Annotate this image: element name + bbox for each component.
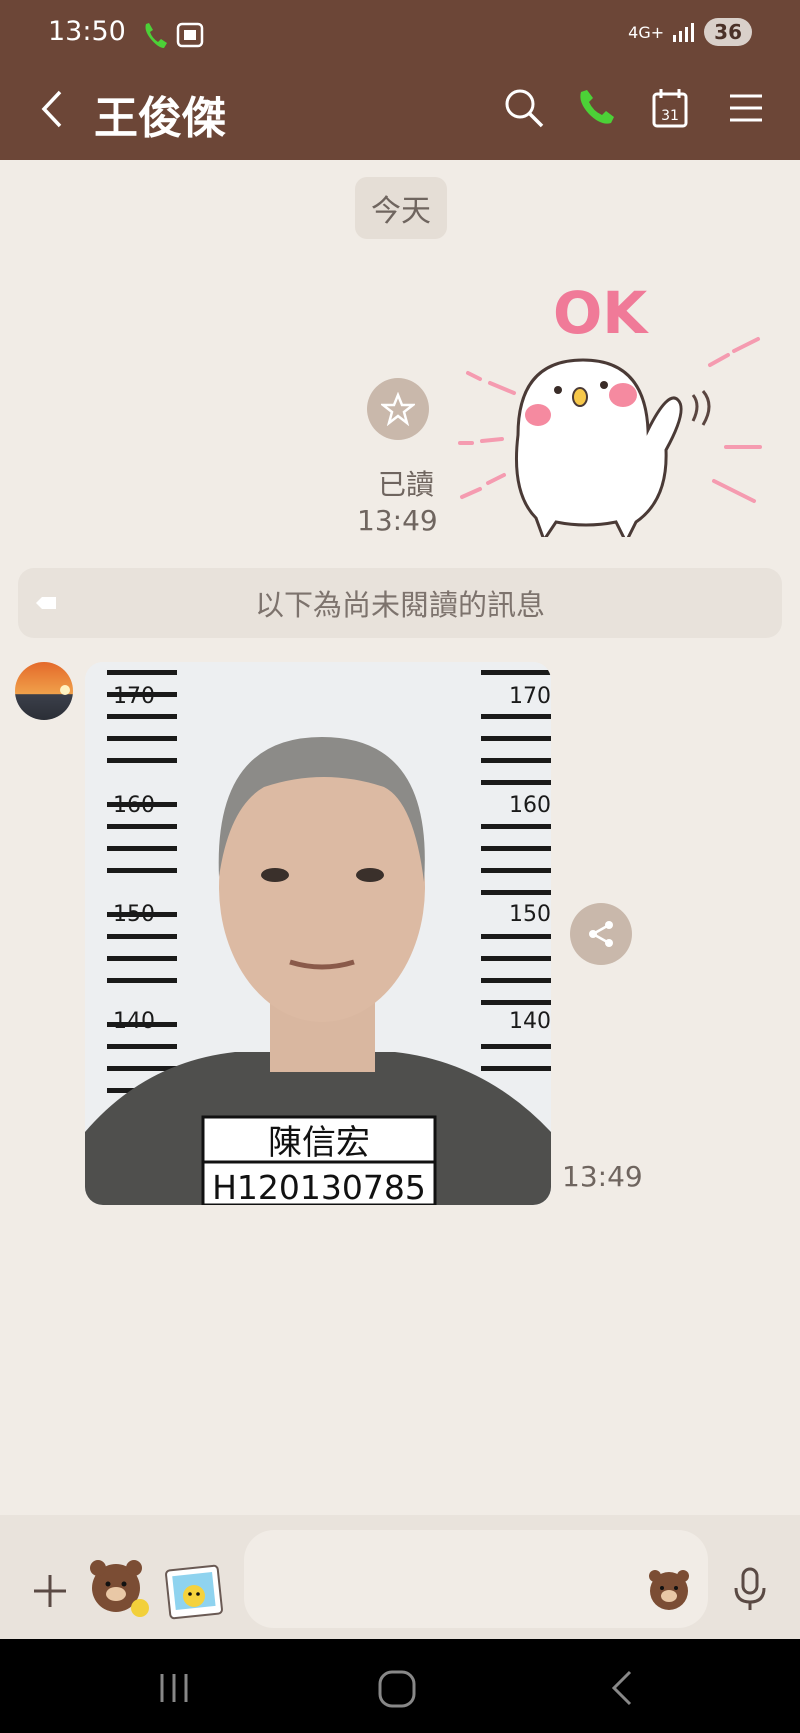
signal-icon [673, 23, 695, 42]
tick-label: 160 [113, 793, 155, 818]
status-system-icons: 4G+ 36 [628, 18, 752, 46]
tick-label: 170 [509, 684, 551, 709]
calendar-icon[interactable]: 31 [648, 86, 692, 130]
plus-icon[interactable] [30, 1571, 70, 1611]
battery-level: 36 [704, 18, 752, 46]
mugshot-image: 170 160 150 140 170 160 150 140 陳信宏 H120… [85, 662, 551, 1205]
date-separator: 今天 [355, 177, 447, 239]
search-icon[interactable] [502, 86, 546, 130]
back-icon[interactable] [34, 86, 70, 132]
recent-apps-icon[interactable] [154, 1670, 194, 1706]
received-time: 13:49 [562, 1160, 643, 1193]
tick-label: 150 [509, 902, 551, 927]
tick-label: 150 [113, 902, 155, 927]
sticker-text: OK [553, 279, 649, 347]
home-icon[interactable] [376, 1668, 418, 1710]
id-plate: H120130785 [212, 1168, 426, 1205]
phone-notification-icon [145, 22, 204, 48]
tag-icon [36, 597, 56, 609]
svg-text:31: 31 [661, 108, 679, 124]
received-photo[interactable]: 170 160 150 140 170 160 150 140 陳信宏 H120… [85, 662, 551, 1205]
keep-star-button[interactable] [367, 378, 429, 440]
star-icon [381, 392, 415, 426]
tick-label: 140 [509, 1009, 551, 1034]
network-label: 4G+ [628, 22, 665, 42]
nav-back-icon[interactable] [604, 1668, 640, 1708]
emoji-button-icon[interactable] [646, 1566, 692, 1612]
call-icon[interactable] [575, 86, 619, 130]
tick-label: 170 [113, 684, 155, 709]
share-button[interactable] [570, 903, 632, 965]
tick-label: 160 [509, 793, 551, 818]
microphone-icon[interactable] [730, 1566, 770, 1612]
tick-label: 140 [113, 1009, 155, 1034]
ok-chick-sticker[interactable]: OK [458, 275, 770, 537]
message-input[interactable] [244, 1530, 708, 1628]
sent-time: 13:49 [357, 504, 438, 537]
sticker-button-icon[interactable] [84, 1552, 154, 1622]
chat-title: 王俊傑 [94, 93, 226, 144]
status-time: 13:50 [48, 16, 126, 47]
read-receipt: 已讀 [378, 468, 435, 501]
sender-avatar[interactable] [15, 662, 73, 720]
menu-icon[interactable] [724, 86, 768, 130]
unread-divider: 以下為尚未閱讀的訊息 [18, 568, 782, 638]
photo-button-icon[interactable] [164, 1562, 224, 1622]
share-icon [589, 921, 613, 947]
name-plate: 陳信宏 [268, 1123, 370, 1163]
status-notification-icons [142, 18, 204, 58]
